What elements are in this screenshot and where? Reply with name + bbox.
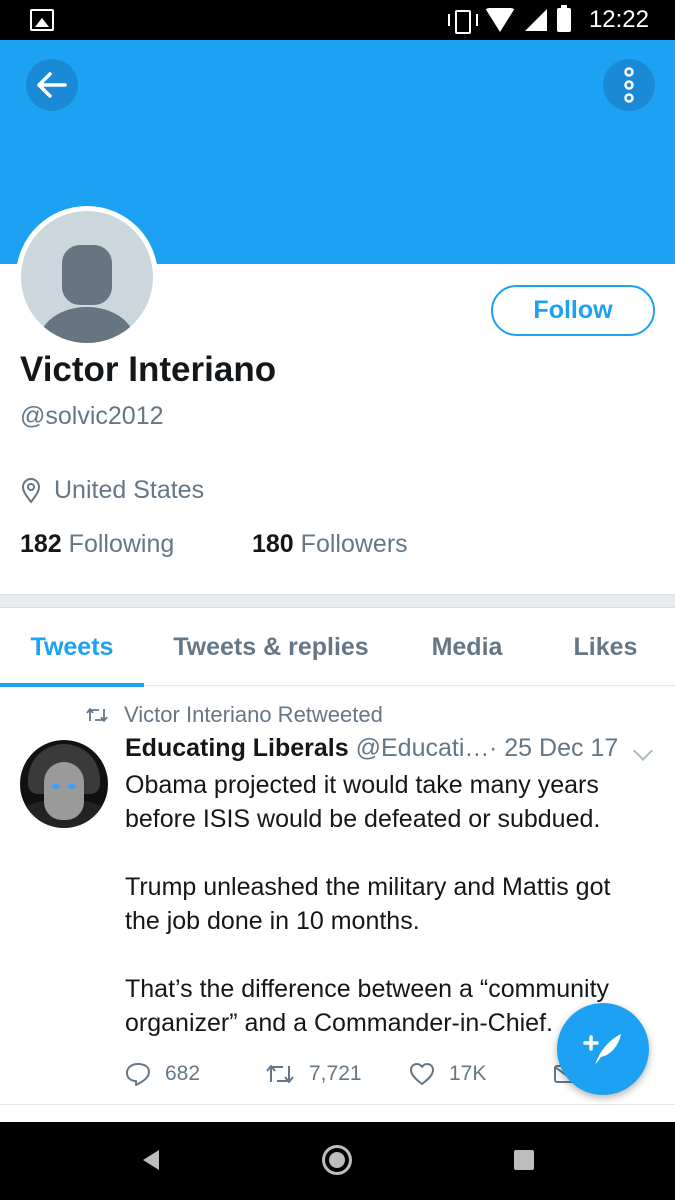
reply-count: 682: [165, 1062, 201, 1085]
reply-icon: [126, 1063, 150, 1086]
image-icon: [30, 9, 54, 31]
tweet-header: Educating Liberals @Educati… · 25 Dec 17: [125, 734, 625, 763]
status-icons: 12:22: [447, 0, 649, 40]
tweet-author-avatar[interactable]: [20, 740, 108, 828]
tweet-author-handle[interactable]: @Educati…: [356, 734, 490, 762]
compose-tweet-button[interactable]: [557, 1003, 649, 1095]
like-count: 17K: [449, 1062, 487, 1085]
nav-back-icon[interactable]: [143, 1150, 159, 1170]
more-options-button[interactable]: [603, 59, 655, 111]
location-text: United States: [54, 476, 205, 504]
location-pin-icon: [21, 477, 41, 504]
following-label: Following: [68, 530, 175, 558]
profile-handle: @solvic2012: [20, 402, 164, 430]
like-icon: [410, 1063, 434, 1085]
nav-recents-icon[interactable]: [514, 1150, 534, 1170]
followers-label: Followers: [300, 530, 408, 558]
profile-name: Victor Interiano: [20, 350, 277, 389]
reply-button[interactable]: 682: [125, 1056, 200, 1092]
tab-likes[interactable]: Likes: [536, 608, 675, 686]
follow-button[interactable]: Follow: [491, 285, 655, 336]
default-avatar-icon: [21, 211, 153, 343]
status-time: 12:22: [588, 6, 649, 33]
tab-tweets-replies[interactable]: Tweets & replies: [144, 608, 398, 686]
tweet-paragraph: Obama projected it would take many years…: [125, 771, 601, 833]
retweet-icon: [266, 1065, 294, 1083]
tweet-date: · 25 Dec 17: [489, 734, 619, 762]
vibrate-icon: [447, 8, 478, 34]
profile-location: United States: [20, 476, 204, 505]
retweet-icon: [86, 708, 108, 722]
more-options-icon: [624, 67, 634, 103]
tweet-text[interactable]: Obama projected it would take many years…: [125, 768, 655, 1040]
back-button[interactable]: [26, 59, 78, 111]
wifi-icon: [484, 8, 515, 32]
tab-media[interactable]: Media: [398, 608, 536, 686]
profile-tabs: Tweets Tweets & replies Media Likes: [0, 608, 675, 687]
tweet-divider: [0, 1104, 675, 1105]
followers-count: 180: [252, 530, 294, 558]
compose-icon: [583, 1034, 621, 1065]
signal-icon: [524, 9, 547, 31]
chevron-down-icon[interactable]: [633, 741, 653, 761]
like-button[interactable]: 17K: [409, 1056, 486, 1092]
tweet-author-name[interactable]: Educating Liberals: [125, 734, 349, 762]
nav-home-icon[interactable]: [322, 1145, 352, 1175]
profile-avatar[interactable]: [16, 206, 158, 348]
followers-stat[interactable]: 180 Followers: [252, 530, 408, 559]
back-arrow-icon: [37, 72, 67, 98]
following-stat[interactable]: 182 Following: [20, 530, 174, 559]
tweet-paragraph: Trump unleashed the military and Mattis …: [125, 873, 611, 935]
retweet-context: Victor Interiano Retweeted: [86, 702, 383, 728]
retweet-button[interactable]: 7,721: [265, 1056, 362, 1092]
section-divider: [0, 594, 675, 608]
retweet-count: 7,721: [309, 1062, 362, 1085]
following-count: 182: [20, 530, 62, 558]
battery-icon: [556, 5, 571, 32]
status-bar: 12:22: [0, 0, 675, 40]
retweeted-by-text: Victor Interiano Retweeted: [124, 702, 383, 727]
tab-tweets[interactable]: Tweets: [0, 608, 144, 687]
